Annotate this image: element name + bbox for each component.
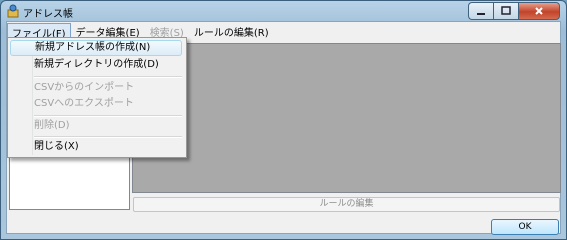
- app-window: アドレス帳 ファイル(F) データ編集(E) 検索(S) ルールの編集(R) ル…: [0, 0, 567, 240]
- menu-separator: [34, 76, 182, 78]
- close-icon[interactable]: [518, 2, 560, 20]
- menu-item-close[interactable]: 閉じる(X): [10, 139, 182, 155]
- minimize-icon[interactable]: [468, 2, 493, 20]
- address-book-icon: [7, 4, 19, 18]
- maximize-icon[interactable]: [493, 2, 518, 20]
- ok-button[interactable]: OK: [491, 219, 559, 235]
- menu-item-delete[interactable]: 削除(D): [10, 118, 182, 134]
- title-bar[interactable]: アドレス帳: [1, 1, 566, 21]
- menu-item-csv-export[interactable]: CSVへのエクスポート: [10, 96, 182, 112]
- menu-item-new-address-book[interactable]: 新規アドレス帳の作成(N): [10, 40, 182, 56]
- window-controls: [468, 2, 560, 20]
- file-menu-dropdown: 新規アドレス帳の作成(N) 新規ディレクトリの作成(D) CSVからのインポート…: [7, 37, 187, 158]
- menu-rule-edit[interactable]: ルールの編集(R): [189, 22, 274, 39]
- menu-separator: [34, 115, 182, 117]
- rule-edit-button[interactable]: ルールの編集: [133, 197, 560, 212]
- menu-item-new-directory[interactable]: 新規ディレクトリの作成(D): [10, 57, 182, 73]
- rule-content-area: [132, 43, 561, 193]
- menu-separator: [34, 136, 182, 138]
- menu-item-csv-import[interactable]: CSVからのインポート: [10, 80, 182, 96]
- window-title: アドレス帳: [23, 9, 73, 20]
